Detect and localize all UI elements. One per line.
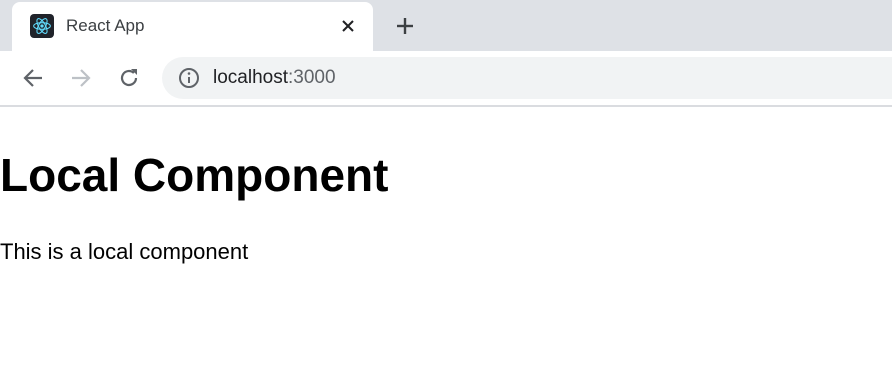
new-tab-button[interactable] bbox=[391, 12, 419, 40]
arrow-left-icon bbox=[23, 69, 42, 87]
reload-button[interactable] bbox=[115, 64, 143, 92]
page-content: Local Component This is a local componen… bbox=[0, 107, 892, 372]
address-bar[interactable]: localhost:3000 bbox=[162, 57, 892, 99]
tab-title: React App bbox=[66, 16, 145, 35]
back-button[interactable] bbox=[19, 64, 47, 92]
browser-window: React App localhost:3000 Local Component… bbox=[0, 0, 892, 372]
tab-react-app[interactable]: React App bbox=[12, 2, 373, 51]
page-heading: Local Component bbox=[0, 149, 389, 201]
forward-button[interactable] bbox=[67, 64, 95, 92]
arrow-right-icon bbox=[72, 69, 91, 87]
tab-strip: React App bbox=[0, 0, 892, 51]
url-text[interactable]: localhost:3000 bbox=[213, 67, 336, 89]
reload-icon bbox=[120, 69, 138, 87]
close-icon[interactable] bbox=[336, 14, 360, 38]
react-logo-icon bbox=[30, 14, 54, 38]
page-paragraph: This is a local component bbox=[0, 239, 249, 264]
plus-icon bbox=[397, 18, 413, 34]
browser-toolbar: localhost:3000 bbox=[0, 51, 892, 107]
url-port: :3000 bbox=[288, 67, 336, 88]
info-icon[interactable] bbox=[178, 67, 200, 89]
url-host: localhost bbox=[213, 67, 288, 88]
